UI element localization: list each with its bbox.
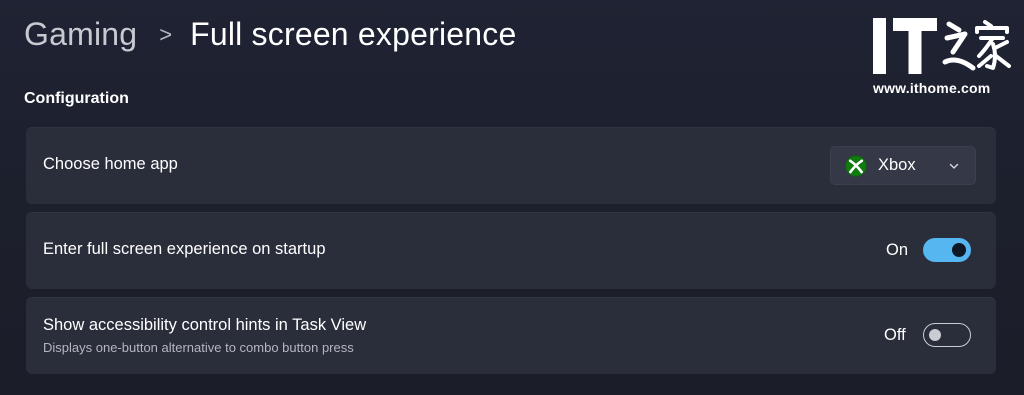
setting-description-accessibility-hints: Displays one-button alternative to combo… [43, 340, 354, 355]
ithome-logo [873, 18, 1011, 74]
ithome-watermark: www.ithome.com [873, 16, 1013, 100]
accessibility-hints-toggle[interactable] [923, 323, 971, 347]
setting-card-startup: Enter full screen experience on startup … [26, 212, 996, 289]
breadcrumb: Gaming > Full screen experience [24, 14, 516, 54]
toggle-knob [952, 243, 966, 257]
breadcrumb-gaming-link[interactable]: Gaming [24, 16, 137, 53]
startup-toggle[interactable] [923, 238, 971, 262]
setting-label-home-app: Choose home app [43, 155, 178, 173]
accessibility-hints-toggle-state: Off [884, 326, 906, 344]
section-title-configuration: Configuration [24, 90, 129, 107]
breadcrumb-separator: > [159, 22, 173, 47]
setting-label-accessibility-hints: Show accessibility control hints in Task… [43, 316, 367, 334]
chevron-down-icon [949, 163, 959, 169]
xbox-icon [845, 155, 867, 177]
home-app-dropdown[interactable]: Xbox [830, 146, 976, 185]
home-app-dropdown-value: Xbox [878, 156, 916, 174]
setting-card-home-app: Choose home app Xbox [26, 127, 996, 204]
toggle-knob [929, 328, 941, 341]
ithome-url: www.ithome.com [873, 80, 991, 96]
startup-toggle-state: On [886, 241, 909, 259]
setting-card-accessibility-hints: Show accessibility control hints in Task… [26, 297, 996, 374]
setting-label-startup: Enter full screen experience on startup [43, 240, 326, 258]
page-title: Full screen experience [190, 15, 517, 52]
